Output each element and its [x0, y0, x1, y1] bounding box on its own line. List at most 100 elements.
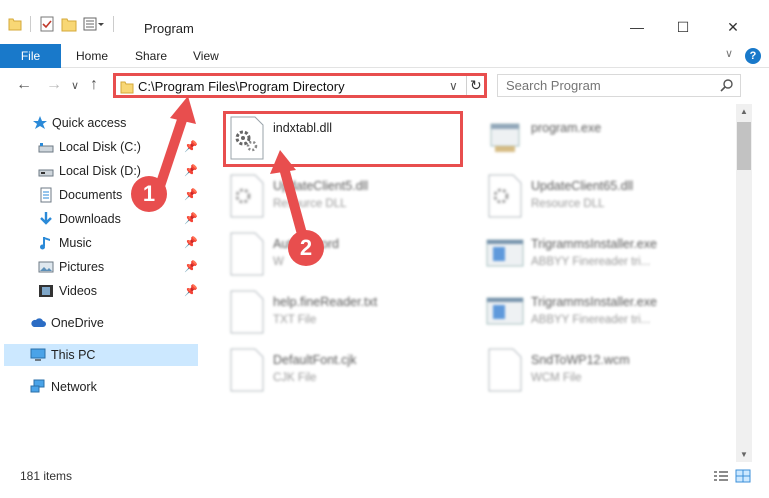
download-icon	[40, 212, 52, 225]
sidebar-item-onedrive[interactable]: OneDrive	[0, 312, 200, 334]
sidebar-item-label: Local Disk (D:)	[59, 164, 141, 178]
file-name: DefaultFont.cjk	[273, 353, 357, 367]
minimize-button[interactable]: —	[614, 14, 660, 40]
pin-icon: 📌	[184, 141, 198, 153]
file-item-autorecord[interactable]: AutoRecord W	[205, 226, 455, 278]
file-type: Resource DLL	[531, 198, 605, 210]
vertical-scrollbar[interactable]: ▲ ▼	[736, 104, 752, 462]
file-name: program.exe	[531, 121, 602, 135]
sidebar-item-label: Videos	[59, 284, 97, 298]
file-icon	[230, 348, 264, 392]
file-item-trigrammsinstaller-exe[interactable]: TrigrammsInstaller.exe ABBYY Finereader …	[463, 284, 713, 336]
tab-home[interactable]: Home	[76, 44, 108, 68]
help-icon[interactable]: ?	[745, 48, 761, 64]
computer-icon	[30, 348, 46, 361]
sidebar-item-downloads[interactable]: Downloads 📌	[0, 208, 200, 230]
dll-gear-icon	[488, 174, 522, 218]
file-name: UpdateClient5.dll	[273, 179, 369, 193]
file-item-help-finereader-txt[interactable]: help.fineReader.txt TXT File	[205, 284, 455, 336]
folder-icon	[8, 18, 22, 31]
recent-locations-button[interactable]: ∨	[71, 79, 79, 92]
file-item-defaultfont-cjk[interactable]: DefaultFont.cjk CJK File	[205, 342, 455, 394]
up-button[interactable]: ↑	[90, 76, 98, 94]
quick-access-toolbar	[8, 16, 116, 32]
pin-icon: 📌	[184, 213, 198, 225]
large-icons-view-icon[interactable]	[735, 469, 751, 483]
forward-button[interactable]: →	[46, 76, 62, 94]
scroll-thumb[interactable]	[737, 122, 751, 170]
file-name: UpdateClient65.dll	[531, 179, 634, 193]
refresh-icon[interactable]: ↻	[470, 77, 482, 94]
sidebar-item-music[interactable]: Music 📌	[0, 232, 200, 254]
close-icon: ✕	[727, 18, 739, 35]
dll-gear-icon	[230, 174, 264, 218]
drive-icon	[38, 143, 54, 153]
videos-icon	[39, 285, 53, 297]
customize-toolbar-icon[interactable]	[83, 16, 105, 32]
file-item-program-exe[interactable]: program.exe	[463, 110, 713, 162]
status-bar: 181 items	[0, 464, 769, 490]
sidebar-item-local-disk-d[interactable]: Local Disk (D:) 📌	[0, 160, 200, 182]
step-1-badge: 1	[131, 176, 167, 212]
properties-icon[interactable]	[39, 16, 55, 32]
file-type: Resource DLL	[273, 198, 347, 210]
search-input[interactable]	[506, 78, 706, 93]
chevron-down-icon[interactable]: ∨	[449, 79, 458, 93]
file-name: TrigrammsInstaller.exe	[531, 237, 657, 251]
address-bar[interactable]: C:\Program Files\Program Directory ∨ ↻	[113, 73, 487, 98]
tab-share[interactable]: Share	[135, 44, 167, 68]
installer-icon	[486, 297, 524, 325]
file-icon	[230, 290, 264, 334]
close-button[interactable]: ✕	[710, 14, 756, 40]
cloud-icon	[31, 318, 46, 327]
star-icon	[33, 116, 47, 129]
sidebar-item-this-pc[interactable]: This PC	[4, 344, 198, 366]
file-type: CJK File	[273, 372, 317, 384]
sidebar-item-label: Documents	[59, 188, 123, 202]
drive-icon	[38, 169, 54, 177]
sidebar-item-label: Downloads	[59, 212, 121, 226]
file-item-updateclient65-dll[interactable]: UpdateClient65.dll Resource DLL	[463, 168, 713, 220]
sidebar-item-label: Music	[59, 236, 92, 250]
sidebar-item-pictures[interactable]: Pictures 📌	[0, 256, 200, 278]
file-item-trigrammsinstaller-exe[interactable]: TrigrammsInstaller.exe ABBYY Finereader …	[463, 226, 713, 278]
sidebar-item-label: This PC	[51, 348, 96, 362]
file-item-updateclient5-dll[interactable]: UpdateClient5.dll Resource DLL	[205, 168, 455, 220]
installer-icon	[486, 239, 524, 267]
file-item-sndtowp12-wcm[interactable]: SndToWP12.wcm WCM File	[463, 342, 713, 394]
address-path[interactable]: C:\Program Files\Program Directory	[138, 79, 345, 94]
pictures-icon	[38, 261, 54, 273]
file-name: SndToWP12.wcm	[531, 353, 630, 367]
ribbon-expand-icon[interactable]: ∨	[725, 47, 733, 60]
pin-icon: 📌	[184, 261, 198, 273]
documents-icon	[40, 187, 52, 203]
sidebar-item-network[interactable]: Network	[0, 376, 200, 398]
sidebar-item-local-disk-c[interactable]: Local Disk (C:) 📌	[0, 136, 200, 158]
maximize-button[interactable]: ☐	[660, 14, 706, 40]
ribbon-tabs: File Home Share View ∨ ?	[0, 44, 769, 68]
pin-icon: 📌	[184, 165, 198, 177]
new-folder-icon[interactable]	[61, 16, 77, 32]
tab-file[interactable]: File	[0, 44, 61, 68]
sidebar-item-label: OneDrive	[51, 316, 104, 330]
step-2-badge: 2	[288, 230, 324, 266]
maximize-icon: ☐	[676, 18, 690, 35]
network-icon	[30, 379, 45, 393]
music-icon	[40, 237, 50, 250]
tab-view[interactable]: View	[193, 44, 219, 68]
scroll-up-icon[interactable]: ▲	[740, 107, 748, 116]
details-view-icon[interactable]	[713, 469, 729, 483]
folder-icon	[120, 81, 134, 94]
file-type: ABBYY Finereader tri...	[531, 314, 651, 326]
sidebar-item-videos[interactable]: Videos 📌	[0, 280, 200, 302]
scroll-down-icon[interactable]: ▼	[740, 450, 748, 459]
back-button[interactable]: ←	[16, 76, 32, 94]
item-count: 181 items	[20, 469, 73, 483]
title-bar: Program — ☐ ✕	[0, 0, 769, 44]
sidebar-item-quick-access[interactable]: Quick access	[0, 112, 200, 134]
sidebar-item-documents[interactable]: Documents 📌	[0, 184, 200, 206]
file-name: TrigrammsInstaller.exe	[531, 295, 657, 309]
search-box[interactable]	[497, 74, 741, 97]
sidebar-item-label: Pictures	[59, 260, 105, 274]
address-divider	[466, 76, 467, 95]
